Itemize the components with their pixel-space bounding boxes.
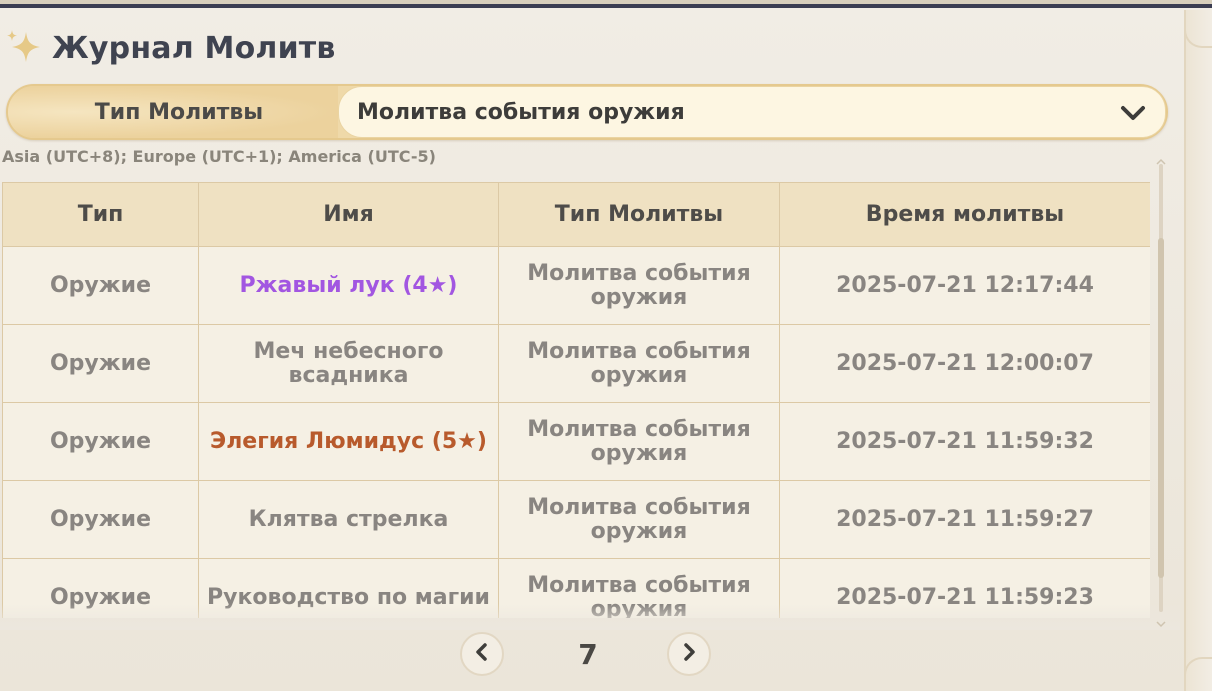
prev-page-button[interactable] [460, 632, 504, 676]
wish-history-table: Тип Имя Тип Молитвы Время молитвы Оружие… [2, 182, 1150, 618]
cell-time: 2025-07-21 11:59:32 [779, 402, 1150, 481]
current-page-number: 7 [578, 638, 598, 671]
pagination: 7 [0, 630, 1180, 678]
cell-wish-type: Молитва события оружия [498, 480, 780, 559]
table-row: Оружие Клятва стрелка Молитва события ор… [2, 480, 1150, 559]
top-strip [0, 4, 1212, 8]
column-header-wish-type: Тип Молитвы [498, 182, 780, 247]
cell-time: 2025-07-21 12:00:07 [779, 324, 1150, 403]
table-fade-overlay [0, 604, 1180, 630]
column-header-name: Имя [198, 182, 499, 247]
cell-type: Оружие [2, 402, 199, 481]
table-header-row: Тип Имя Тип Молитвы Время молитвы [2, 182, 1150, 247]
wish-type-filter: Тип Молитвы Молитва события оружия [6, 84, 1168, 140]
cell-wish-type: Молитва события оружия [498, 246, 780, 325]
filter-label: Тип Молитвы [8, 86, 338, 138]
table-scrollbar[interactable] [1156, 152, 1166, 628]
cell-wish-type: Молитва события оружия [498, 402, 780, 481]
cell-time: 2025-07-21 11:59:27 [779, 480, 1150, 559]
table-row: Оружие Меч небесного всадника Молитва со… [2, 324, 1150, 403]
cell-name: Меч небесного всадника [198, 324, 499, 403]
page-title: Журнал Молитв [52, 30, 336, 66]
column-header-type: Тип [2, 182, 199, 247]
wish-history-window: Журнал Молитв Тип Молитвы Молитва событи… [0, 0, 1212, 691]
column-header-time: Время молитвы [779, 182, 1150, 247]
cell-time: 2025-07-21 12:17:44 [779, 246, 1150, 325]
frame-decoration [1184, 10, 1212, 691]
cell-name: Ржавый лук (4★) [198, 246, 499, 325]
cell-name: Клятва стрелка [198, 480, 499, 559]
table-row: Оружие Элегия Люмидус (5★) Молитва событ… [2, 402, 1150, 481]
title-row: Журнал Молитв [4, 26, 336, 70]
cell-wish-type: Молитва события оружия [498, 324, 780, 403]
scroll-up-icon[interactable] [1156, 152, 1166, 165]
chevron-left-icon [472, 642, 492, 666]
cell-type: Оружие [2, 324, 199, 403]
timezone-note: Asia (UTC+8); Europe (UTC+1); America (U… [2, 147, 436, 166]
table-row: Оружие Ржавый лук (4★) Молитва события о… [2, 246, 1150, 325]
chevron-down-icon[interactable] [1119, 101, 1147, 125]
cell-name: Элегия Люмидус (5★) [198, 402, 499, 481]
wish-type-dropdown[interactable]: Молитва события оружия [338, 86, 1166, 138]
scroll-down-icon[interactable] [1156, 614, 1166, 628]
cell-type: Оружие [2, 480, 199, 559]
cell-type: Оружие [2, 246, 199, 325]
chevron-right-icon [679, 642, 699, 666]
next-page-button[interactable] [667, 632, 711, 676]
dropdown-selected-value: Молитва события оружия [357, 99, 685, 125]
scroll-thumb[interactable] [1158, 238, 1164, 578]
sparkle-icon [4, 28, 44, 68]
